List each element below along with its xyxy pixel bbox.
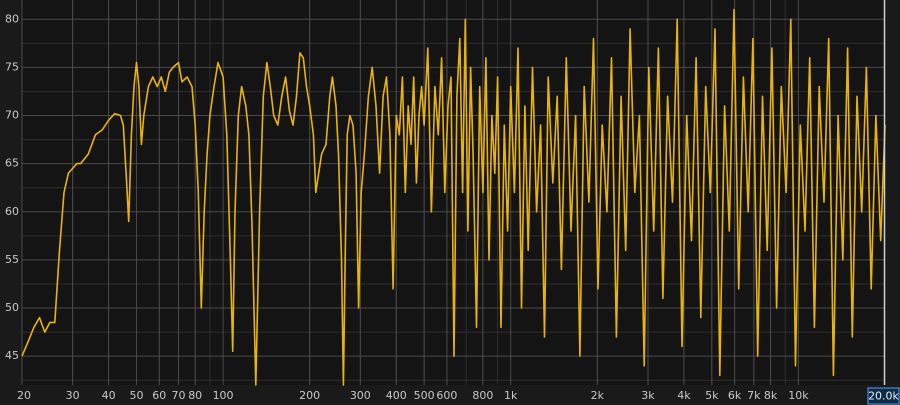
x-tick-label: 7k [747, 389, 761, 402]
x-tick-label: 40 [102, 389, 116, 402]
y-tick-label: 60 [5, 205, 19, 218]
y-tick-label: 75 [5, 60, 19, 73]
x-tick-label: 60 [152, 389, 166, 402]
frequency-readout-label: 20.0k [868, 390, 899, 403]
y-tick-label: 80 [5, 12, 19, 25]
x-tick-label: 70 [172, 389, 186, 402]
x-tick-label: 8k [764, 389, 778, 402]
x-tick-label: 800 [472, 389, 493, 402]
x-tick-label: 30 [66, 389, 80, 402]
x-tick-label: 400 [386, 389, 407, 402]
x-tick-label: 80 [188, 389, 202, 402]
x-tick-label: 20 [17, 389, 31, 402]
x-tick-label: 200 [299, 389, 320, 402]
x-tick-label: 1k [504, 389, 518, 402]
y-tick-label: 65 [5, 157, 19, 170]
x-tick-label: 2k [591, 389, 605, 402]
spectrum-analyzer-chart: 4550556065707580 20 30 40 50 60 70 80 100 200 300… [0, 0, 900, 405]
x-tick-label: 500 [414, 389, 435, 402]
y-tick-label: 55 [5, 253, 19, 266]
x-tick-label: 600 [436, 389, 457, 402]
x-tick-label: 5k [705, 389, 719, 402]
x-tick-label: 6k [728, 389, 742, 402]
y-tick-label: 45 [5, 349, 19, 362]
x-tick-label: 50 [129, 389, 143, 402]
x-axis-ticks: 20 30 40 50 60 70 80 100 200 300 400 500 600 800 1k 2k 3… [17, 389, 809, 402]
x-tick-label: 10k [788, 389, 809, 402]
x-tick-label: 100 [213, 389, 234, 402]
x-tick-label: 3k [641, 389, 655, 402]
y-tick-label: 50 [5, 301, 19, 314]
x-tick-label: 4k [677, 389, 691, 402]
y-tick-label: 70 [5, 109, 19, 122]
x-tick-label: 300 [350, 389, 371, 402]
